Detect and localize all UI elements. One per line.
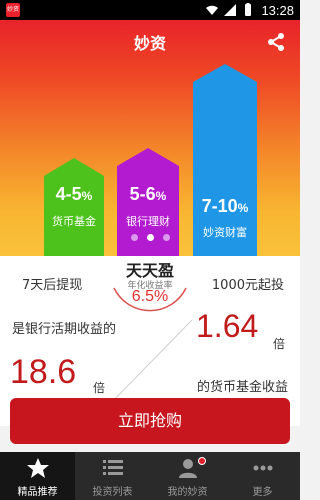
product-rate-unit: %	[81, 189, 93, 203]
product-rate-unit: %	[155, 189, 167, 203]
bank-compare-unit: 倍	[93, 381, 106, 395]
product-label: 银行理财	[126, 215, 170, 228]
list-icon	[102, 460, 123, 475]
star-icon	[26, 458, 49, 478]
carousel-indicator[interactable]	[0, 234, 300, 241]
page-title: 妙资	[133, 34, 166, 53]
bank-compare-text: 是银行活期收益的	[12, 322, 117, 337]
bar-shape	[44, 158, 104, 260]
product-rate: 7-10	[201, 196, 238, 216]
share-icon[interactable]	[266, 32, 286, 52]
fund-compare-text: 的货币基金收益	[196, 380, 288, 395]
product-bar-miaozi-wealth[interactable]: 7-10% 妙资财富	[193, 64, 257, 260]
user-icon	[178, 459, 197, 478]
app-notification-icon: 妙资	[6, 3, 20, 17]
bank-compare-value: 18.6	[10, 353, 77, 391]
tab-recommended[interactable]: 精品推荐	[0, 452, 75, 500]
bottom-tab-bar: 精品推荐 投资列表 我的妙资 更多	[0, 452, 300, 500]
carousel-dot[interactable]	[162, 234, 170, 241]
rate-value: 6.5%	[131, 288, 169, 305]
carousel-dot[interactable]	[130, 234, 138, 241]
tab-label: 精品推荐	[17, 487, 58, 498]
notification-badge	[198, 457, 206, 465]
tab-more[interactable]: 更多	[225, 452, 300, 500]
status-time: 13:28	[261, 2, 294, 18]
product-bar-money-fund[interactable]: 4-5% 货币基金	[44, 158, 104, 260]
tab-label: 投资列表	[92, 487, 133, 498]
fund-compare-value: 1.64	[196, 308, 259, 344]
product-label: 货币基金	[52, 215, 96, 228]
product-bar-bank-finance[interactable]: 5-6% 银行理财	[117, 148, 179, 260]
product-rate: 4-5	[55, 184, 82, 204]
tab-my-miaozi[interactable]: 我的妙资	[150, 452, 225, 500]
product-rate-unit: %	[237, 201, 249, 215]
carousel-dot-active[interactable]	[146, 234, 154, 241]
tab-label: 更多	[252, 487, 273, 498]
buy-now-button[interactable]: 立即抢购	[10, 398, 290, 444]
fund-compare-unit: 倍	[273, 337, 286, 351]
product-rate: 5-6	[129, 184, 156, 204]
tab-investment-list[interactable]: 投资列表	[75, 452, 150, 500]
status-bar: 妙资 13:28	[0, 0, 300, 20]
signal-icon	[224, 4, 237, 16]
battery-icon	[245, 3, 252, 16]
wifi-icon	[206, 5, 219, 15]
hero-banner[interactable]: 妙资 4-5% 货币基金 5-6% 银行理财 7-10% 妙资财富	[0, 20, 300, 260]
more-icon	[253, 465, 272, 471]
tab-label: 我的妙资	[167, 487, 208, 498]
